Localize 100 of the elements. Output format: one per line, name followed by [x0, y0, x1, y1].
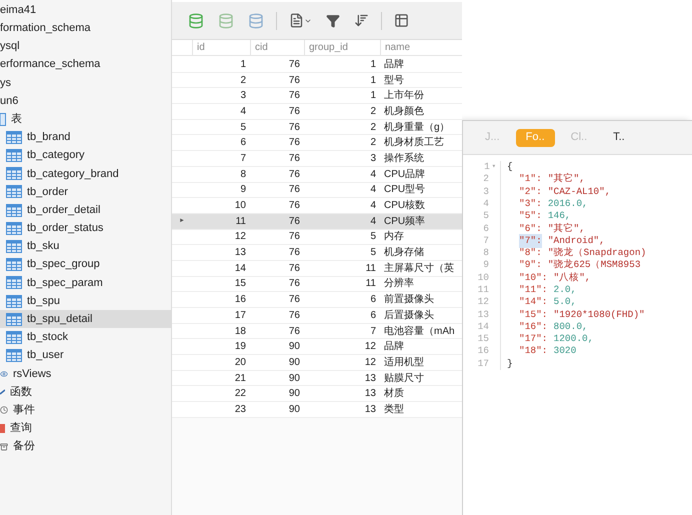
table-cell-text: 76: [288, 183, 300, 198]
line-number: 17: [478, 356, 489, 371]
sidebar-item[interactable]: 函数: [0, 382, 171, 402]
table-row[interactable]: 6 76 2 机身材质工艺: [172, 135, 462, 152]
table-cell: CPU频率: [384, 216, 426, 227]
sidebar-item[interactable]: formation_schema: [0, 19, 171, 38]
sidebar-item[interactable]: 备份: [0, 438, 171, 456]
table-row[interactable]: 3 76 1 上市年份: [172, 88, 462, 104]
line-number: 12: [478, 295, 489, 310]
table-cell: 贴膜尺寸: [384, 372, 424, 384]
sidebar-item[interactable]: eima41: [0, 1, 171, 20]
table-cell: 型号: [384, 74, 404, 86]
column-header[interactable]: id: [197, 40, 205, 55]
sidebar-item[interactable]: tb_user: [0, 346, 171, 365]
sidebar-item[interactable]: tb_stock: [0, 328, 171, 347]
table-row[interactable]: 5 76 2 机身重量（g）: [172, 120, 462, 136]
table-cell-text: 11: [366, 262, 376, 276]
table-cell: 内存: [384, 231, 404, 242]
table-row[interactable]: 1 76 1 品牌: [172, 57, 462, 73]
table-cell-text: 76: [288, 136, 300, 150]
table-row[interactable]: 19 90 12 品牌: [172, 339, 462, 356]
json-value: "八核",: [554, 270, 591, 285]
sidebar-item[interactable]: tb_category_brand: [0, 164, 171, 183]
table-cell: 类型: [384, 404, 404, 415]
table-row[interactable]: 12 76 5 内存: [172, 230, 462, 246]
table-row[interactable]: 7 76 3 操作系统: [172, 151, 462, 167]
line-number: 10: [478, 270, 489, 285]
column-header[interactable]: cid: [255, 40, 268, 55]
sort-icon: [354, 13, 369, 28]
sidebar-item[interactable]: ysql: [0, 37, 171, 56]
table-cell-text: 3: [240, 89, 246, 104]
table-cell-text: 21: [234, 372, 246, 386]
json-key: "17":: [519, 332, 548, 346]
line-number: 5: [483, 209, 489, 224]
table-cell: 机身颜色: [384, 106, 424, 117]
table-cell-text: 76: [288, 58, 300, 72]
sidebar-item[interactable]: tb_order: [0, 182, 171, 202]
database-icon: [248, 12, 264, 28]
viewer-tab[interactable]: T..: [603, 128, 635, 146]
table-icon: [6, 149, 22, 162]
sidebar-item[interactable]: tb_spec_param: [0, 274, 171, 292]
table-cell-text: 11: [236, 214, 246, 229]
sidebar-item[interactable]: erformance_schema: [0, 56, 171, 74]
table-row[interactable]: 18 76 7 电池容量（mAh: [172, 324, 462, 340]
table-row[interactable]: 2 76 1 型号: [172, 72, 462, 88]
table-cell-text: 6: [370, 308, 376, 323]
sidebar-item[interactable]: tb_sku: [0, 237, 171, 256]
query-icon: [0, 424, 5, 433]
table-row[interactable]: 21 90 13 贴膜尺寸: [172, 370, 462, 386]
table-icon: [6, 240, 22, 254]
table-row[interactable]: 15 76 11 分辨率: [172, 276, 462, 292]
sidebar-item[interactable]: tb_spu: [0, 292, 171, 310]
sidebar-item[interactable]: tb_spu_detail: [0, 310, 171, 328]
sidebar-item[interactable]: tb_category: [0, 146, 171, 165]
table-cell-text: 1: [370, 74, 376, 88]
table-cell-text: 76: [288, 214, 300, 229]
table-cell-text: 76: [288, 104, 300, 119]
sidebar-item[interactable]: tb_spec_group: [0, 256, 171, 274]
table-cell-text: 1: [240, 58, 246, 72]
sidebar-item[interactable]: tb_order_detail: [0, 201, 171, 220]
table-cell-text: 12: [234, 230, 246, 244]
column-header[interactable]: name: [385, 40, 410, 55]
sidebar-item[interactable]: 查询: [0, 419, 171, 438]
table-cell-text: 22: [234, 387, 246, 402]
json-value: 3020: [554, 344, 576, 358]
view-icon: [0, 370, 8, 378]
table-row[interactable]: 13 76 5 机身存储: [172, 245, 462, 261]
json-value: "Android",: [548, 234, 605, 247]
table-cell-text: 76: [288, 324, 300, 339]
table-cell: 操作系统: [384, 152, 424, 164]
table-row[interactable]: 8 76 4 CPU品牌: [172, 166, 462, 182]
sidebar-item[interactable]: 事件: [0, 401, 171, 420]
table-row[interactable]: 9 76 4 CPU型号: [172, 182, 462, 198]
table-row[interactable]: 14 76 11 主屏幕尺寸（英: [172, 260, 462, 277]
column-header[interactable]: group_id: [309, 40, 348, 55]
sidebar-item[interactable]: 表: [0, 110, 171, 128]
json-key: "3":: [519, 196, 542, 212]
sidebar-item[interactable]: rsViews: [0, 364, 171, 383]
table-row[interactable]: 16 76 6 前置摄像头: [172, 292, 462, 308]
table-row[interactable]: 17 76 6 后置摄像头: [172, 308, 462, 324]
sidebar-item[interactable]: tb_order_status: [0, 219, 171, 238]
json-key: "16":: [519, 320, 548, 334]
table-cell-text: 4: [240, 104, 246, 119]
table-cell: 适用机型: [384, 356, 424, 368]
table-cell-text: 76: [288, 262, 300, 276]
table-cell-text: 6: [370, 293, 376, 308]
json-value: 5.0,: [554, 295, 576, 310]
table-row[interactable]: 4 76 2 机身颜色: [172, 104, 462, 120]
json-value: 2016.0,: [548, 196, 588, 211]
table-cell-text: 18: [234, 324, 246, 339]
json-key: "2":: [519, 184, 542, 199]
table-row[interactable]: 22 90 13 材质: [172, 386, 462, 402]
json-value: "其它",: [548, 222, 585, 236]
sidebar-item[interactable]: un6: [0, 92, 171, 110]
sidebar-item[interactable]: ys: [0, 74, 171, 92]
table-cell-text: 16: [234, 293, 246, 308]
table-row[interactable]: 20 90 12 适用机型: [172, 355, 462, 371]
sidebar-item[interactable]: tb_brand: [0, 128, 171, 146]
table-cell-text: 76: [288, 89, 300, 104]
json-value: 2.0,: [554, 283, 576, 297]
